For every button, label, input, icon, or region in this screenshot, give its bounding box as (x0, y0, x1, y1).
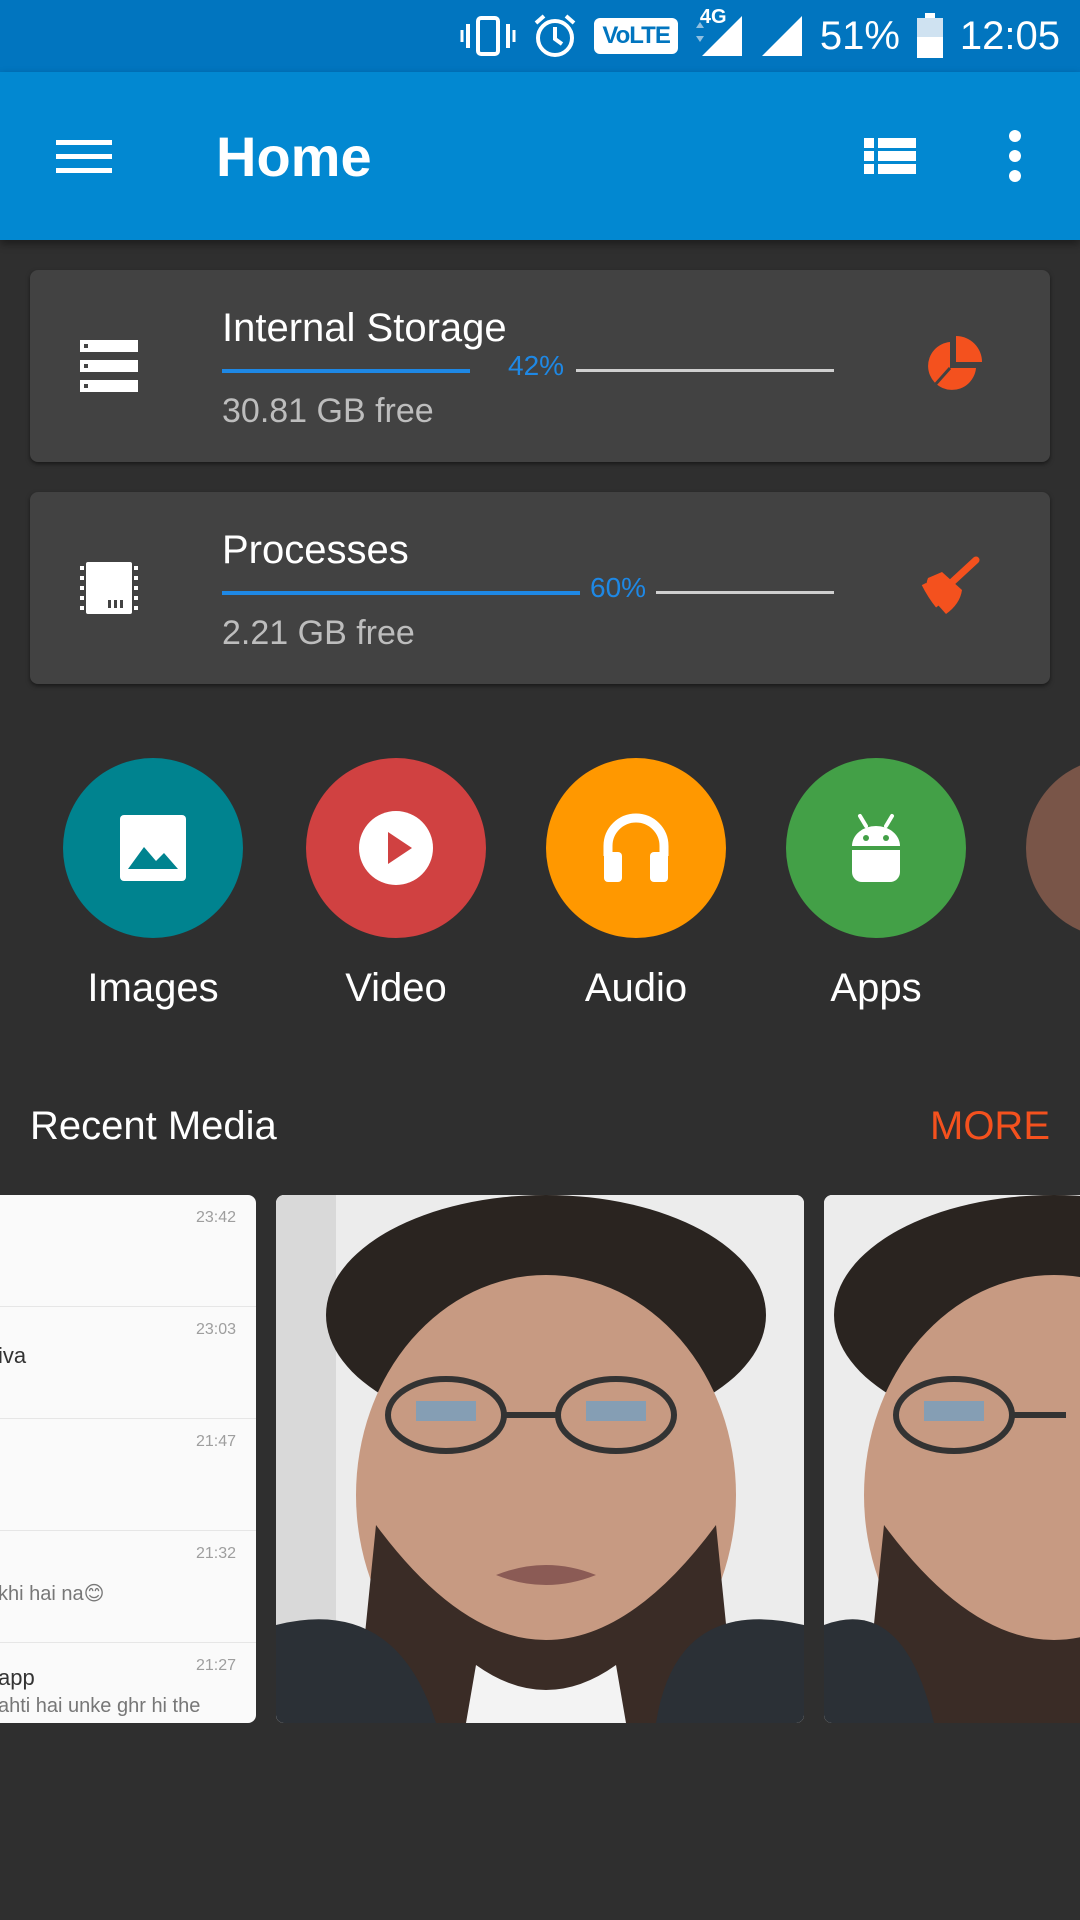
chat-time: 23:03 (195, 1321, 236, 1338)
cell-signal-4g-icon: 4G (694, 6, 744, 58)
media-thumbnail-photo[interactable] (276, 1195, 804, 1723)
android-icon (852, 814, 900, 882)
media-thumbnail-chat[interactable]: 23:42 23:03 iva 21:47 21:32 khi hai na😊 … (0, 1195, 256, 1723)
chat-row: 23:42 (0, 1195, 256, 1307)
storage-icon (78, 336, 140, 396)
storage-progress-remaining (576, 369, 834, 372)
hamburger-icon (56, 140, 112, 173)
play-icon (359, 811, 433, 885)
category-video[interactable]: Video (276, 758, 516, 1011)
battery-icon (916, 13, 944, 59)
network-type-label: 4G (699, 6, 727, 28)
status-bar: VoLTE 4G 51% 12:05 (0, 0, 1080, 72)
category-label: Video (345, 966, 447, 1010)
processes-title: Processes (222, 528, 409, 572)
chat-row: 21:47 (0, 1419, 256, 1531)
category-label: Audio (584, 966, 688, 1010)
clean-button[interactable] (920, 554, 986, 620)
processes-card[interactable]: Processes 60% 2.21 GB free (30, 492, 1050, 684)
memory-chip-icon (78, 558, 140, 618)
headphones-icon (603, 813, 669, 882)
category-label: Tr (996, 966, 1080, 1011)
image-icon (120, 815, 186, 881)
processes-progress-fill (222, 591, 580, 595)
clock: 12:05 (959, 13, 1060, 58)
alarm-icon (532, 13, 578, 59)
storage-free: 30.81 GB free (222, 392, 434, 430)
partial-circle (1026, 758, 1080, 938)
chat-time: 23:42 (195, 1209, 236, 1226)
chat-time: 21:27 (195, 1657, 236, 1674)
category-label: Apps (830, 966, 922, 1010)
media-thumbnail-photo-partial[interactable] (824, 1195, 1080, 1723)
app-bar: Home (0, 72, 1080, 240)
volte-badge: VoLTE (594, 18, 678, 54)
category-strip: Images Video Audio Apps Tr (0, 758, 1080, 1018)
vibrate-icon (460, 14, 516, 58)
battery-percent: 51% (819, 13, 900, 58)
more-button[interactable]: MORE (930, 1104, 1050, 1149)
storage-progress-bar: 42% (222, 350, 834, 381)
recent-media-title: Recent Media (30, 1104, 277, 1148)
cell-signal-icon (760, 14, 804, 58)
page-title: Home (216, 125, 372, 188)
chat-row: 23:03 iva (0, 1307, 256, 1419)
menu-button[interactable] (40, 116, 128, 196)
category-audio[interactable]: Audio (516, 758, 756, 1011)
category-apps[interactable]: Apps (756, 758, 996, 1011)
list-view-button[interactable] (850, 116, 930, 196)
storage-title: Internal Storage (222, 306, 507, 350)
chat-message: ahti hai unke ghr hi the (0, 1695, 201, 1717)
chat-time: 21:47 (195, 1433, 236, 1450)
chat-row: 21:32 khi hai na😊 (0, 1531, 256, 1643)
portrait-photo (824, 1195, 1080, 1723)
images-circle (63, 758, 243, 938)
audio-circle (546, 758, 726, 938)
processes-progress-bar: 60% (222, 572, 834, 603)
overflow-menu-button[interactable] (985, 116, 1045, 196)
apps-circle (786, 758, 966, 938)
chat-name: iva (0, 1343, 27, 1368)
pie-chart-icon (928, 336, 982, 390)
chat-row: 21:27 app ahti hai unke ghr hi the (0, 1643, 256, 1723)
processes-free: 2.21 GB free (222, 614, 415, 652)
processes-percent: 60% (590, 572, 647, 603)
portrait-photo (276, 1195, 804, 1723)
storage-analyze-button[interactable] (920, 332, 986, 398)
chat-time: 21:32 (195, 1545, 236, 1562)
chat-message: khi hai na😊 (0, 1583, 105, 1605)
chat-name: app (0, 1665, 35, 1690)
video-circle (306, 758, 486, 938)
internal-storage-card[interactable]: Internal Storage 42% 30.81 GB free (30, 270, 1050, 462)
list-view-icon (864, 138, 916, 174)
category-partial[interactable]: Tr (996, 758, 1080, 1011)
category-label: Images (87, 966, 219, 1010)
category-images[interactable]: Images (33, 758, 273, 1011)
more-vert-icon (1009, 130, 1021, 182)
storage-progress-fill (222, 369, 470, 373)
storage-percent: 42% (508, 350, 565, 381)
broom-icon (921, 556, 980, 614)
processes-progress-remaining (656, 591, 834, 594)
